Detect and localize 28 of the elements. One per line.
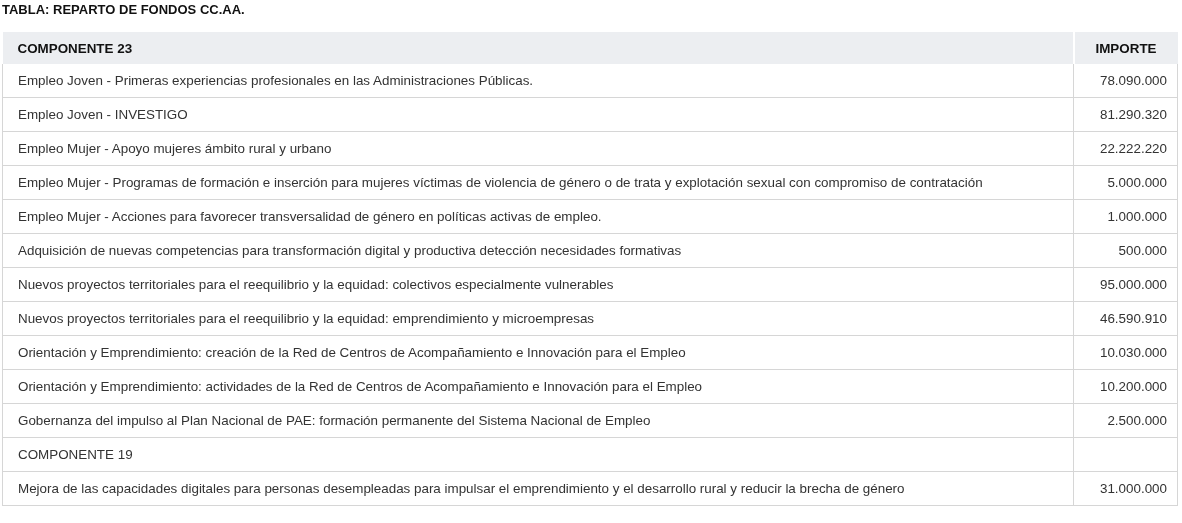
table-cell: 5.000.000 <box>1073 165 1178 200</box>
table-cell: 46.590.910 <box>1073 301 1178 336</box>
column-header: COMPONENTE 23 <box>2 32 1074 64</box>
table-cell: Empleo Mujer - Apoyo mujeres ámbito rural y urbano <box>2 131 1074 166</box>
column-header: IMPORTE <box>1073 32 1178 64</box>
table-cell: Mejora de las capacidades digitales para personas desempleadas para impulsar el emprendimiento y el desarrollo rural y reducir la brecha de género <box>2 471 1074 506</box>
table-cell: Gobernanza del impulso al Plan Nacional de PAE: formación permanente del Sistema Nacional de Empleo <box>2 403 1074 438</box>
table-cell: 22.222.220 <box>1073 131 1178 166</box>
table-cell: COMPONENTE 19 <box>2 437 1074 472</box>
table-cell: 2.500.000 <box>1073 403 1178 438</box>
table-cell: 31.000.000 <box>1073 471 1178 506</box>
table-cell: 10.030.000 <box>1073 335 1178 370</box>
table-cell: 81.290.320 <box>1073 97 1178 132</box>
table-cell: 10.200.000 <box>1073 369 1178 404</box>
table-cell: Adquisición de nuevas competencias para transformación digital y productiva detección necesidades formativas <box>2 233 1074 268</box>
table-cell: Empleo Mujer - Programas de formación e inserción para mujeres víctimas de violencia de género o de trata y explotación sexual con compromiso de contratación <box>2 165 1074 200</box>
table-cell: 1.000.000 <box>1073 199 1178 234</box>
table-title: TABLA: REPARTO DE FONDOS CC.AA. <box>2 2 245 17</box>
table-cell: 95.000.000 <box>1073 267 1178 302</box>
table-cell: 500.000 <box>1073 233 1178 268</box>
table-cell: 78.090.000 <box>1073 64 1178 98</box>
table-cell: Orientación y Emprendimiento: actividades de la Red de Centros de Acompañamiento e Innovación para el Empleo <box>2 369 1074 404</box>
table-cell: Orientación y Emprendimiento: creación de la Red de Centros de Acompañamiento e Innovación para el Empleo <box>2 335 1074 370</box>
table-cell: Nuevos proyectos territoriales para el reequilibrio y la equidad: colectivos especialmente vulnerables <box>2 267 1074 302</box>
table-cell: Nuevos proyectos territoriales para el reequilibrio y la equidad: emprendimiento y microempresas <box>2 301 1074 336</box>
table-cell: Empleo Mujer - Acciones para favorecer transversalidad de género en políticas activas de empleo. <box>2 199 1074 234</box>
table-cell: Empleo Joven - Primeras experiencias profesionales en las Administraciones Públicas. <box>2 64 1074 98</box>
table-cell: Empleo Joven - INVESTIGO <box>2 97 1074 132</box>
